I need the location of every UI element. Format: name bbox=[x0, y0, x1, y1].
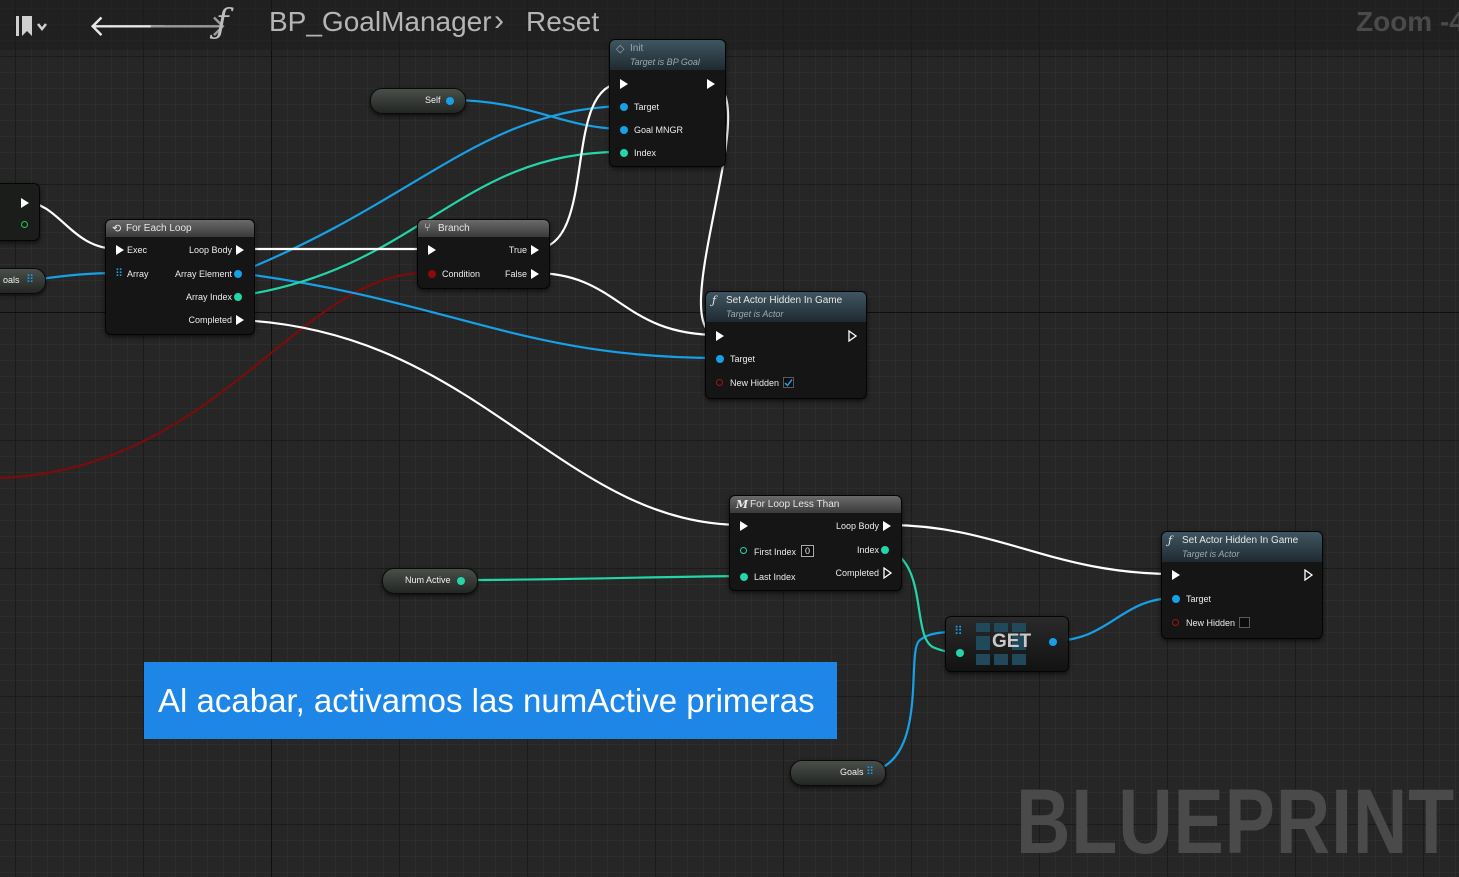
index-pin[interactable] bbox=[620, 149, 628, 157]
loop-body-pin[interactable] bbox=[236, 245, 244, 255]
true-pin[interactable] bbox=[531, 245, 539, 255]
breadcrumb-function: Reset bbox=[526, 6, 600, 37]
target-pin[interactable] bbox=[1172, 595, 1180, 603]
new-hidden-checkbox[interactable] bbox=[783, 377, 794, 388]
green-pin[interactable] bbox=[21, 221, 28, 228]
array-icon: ⠿ bbox=[954, 624, 963, 638]
last-index-pin[interactable] bbox=[740, 573, 748, 581]
index-pin[interactable] bbox=[881, 546, 889, 554]
function-icon: ƒ bbox=[216, 2, 229, 42]
for-loop-less-than-node[interactable]: M For Loop Less Than First Index 0 Last … bbox=[729, 495, 902, 591]
self-variable[interactable]: Self bbox=[370, 88, 466, 114]
graph-toolbar: 🡐 🡒 ƒ BP_GoalManager › Reset Zoom -4 bbox=[0, 0, 1459, 50]
event-diamond-icon: ◇ bbox=[616, 43, 625, 55]
get-index-pin[interactable] bbox=[956, 649, 964, 657]
goals-variable-partial[interactable]: oals ⠿ bbox=[0, 268, 46, 294]
for-each-loop-node[interactable]: ⟲ For Each Loop Exec ⠿ Array Loop Body A… bbox=[105, 219, 255, 335]
wire-exec-false-hidden bbox=[533, 271, 720, 337]
num-active-pin[interactable] bbox=[457, 577, 465, 585]
checkmark-icon bbox=[784, 379, 793, 387]
first-index-input[interactable]: 0 bbox=[801, 545, 814, 557]
loop-body-pin[interactable] bbox=[883, 521, 891, 531]
branch-node[interactable]: ⑂ Branch Condition True False bbox=[417, 219, 550, 289]
wires-layer bbox=[0, 81, 1176, 774]
exec-in-pin[interactable] bbox=[1172, 570, 1180, 580]
target-pin[interactable] bbox=[620, 103, 628, 111]
wire-numactive-last bbox=[459, 574, 744, 582]
wire-self-goalmngr bbox=[449, 98, 624, 131]
target-pin[interactable] bbox=[716, 355, 724, 363]
branch-icon: ⑂ bbox=[424, 222, 431, 234]
exec-in-pin[interactable] bbox=[428, 245, 436, 255]
false-pin[interactable] bbox=[531, 269, 539, 279]
self-pin[interactable] bbox=[446, 97, 454, 105]
function-entry-node[interactable] bbox=[0, 183, 40, 241]
exec-out-outline-icon bbox=[848, 330, 858, 342]
function-icon: ƒ bbox=[712, 294, 717, 307]
array-element-pin[interactable] bbox=[234, 270, 242, 278]
new-hidden-checkbox[interactable] bbox=[1239, 617, 1250, 628]
goals-variable[interactable]: Goals ⠿ bbox=[790, 760, 886, 786]
new-hidden-pin[interactable] bbox=[1172, 619, 1179, 626]
blueprint-watermark: BLUEPRINT bbox=[1016, 771, 1456, 873]
array-icon: ⠿ bbox=[115, 268, 124, 280]
wire-get-target bbox=[1051, 596, 1176, 643]
set-actor-hidden-node-2[interactable]: ƒ Set Actor Hidden In Game Target is Act… bbox=[1161, 531, 1323, 639]
init-node[interactable]: ◇ Init Target is BP Goal Target Goal MNG… bbox=[609, 39, 726, 167]
exec-in-pin[interactable] bbox=[620, 79, 628, 89]
exec-in-pin[interactable] bbox=[116, 245, 124, 255]
exec-in-pin[interactable] bbox=[716, 331, 724, 341]
array-icon: ⠿ bbox=[866, 766, 875, 778]
get-title: GET bbox=[992, 631, 1032, 652]
bookmark-icon[interactable] bbox=[12, 10, 48, 40]
macro-icon: M bbox=[736, 498, 749, 511]
wire-exec-loopbody-hidden2 bbox=[886, 523, 1176, 576]
array-index-pin[interactable] bbox=[234, 293, 242, 301]
zoom-label: Zoom -4 bbox=[1356, 6, 1459, 37]
breadcrumb-separator-icon: › bbox=[494, 4, 504, 37]
exec-in-pin[interactable] bbox=[740, 521, 748, 531]
completed-pin[interactable] bbox=[883, 567, 893, 579]
array-get-node[interactable]: GET ⠿ bbox=[945, 616, 1069, 672]
caption-banner: Al acabar, activamos las numActive prime… bbox=[144, 662, 837, 739]
completed-pin[interactable] bbox=[236, 315, 244, 325]
exec-out-pin[interactable] bbox=[1304, 569, 1314, 581]
breadcrumb-blueprint[interactable]: BP_GoalManager bbox=[269, 6, 492, 38]
array-icon: ⠿ bbox=[26, 274, 35, 286]
num-active-variable[interactable]: Num Active bbox=[382, 568, 478, 594]
first-index-pin[interactable] bbox=[740, 547, 747, 554]
exec-out-pin[interactable] bbox=[21, 198, 29, 208]
goal-mngr-pin[interactable] bbox=[620, 126, 628, 134]
function-icon: ƒ bbox=[1168, 534, 1173, 547]
wire-exec-completed-forloop bbox=[237, 318, 744, 527]
condition-pin[interactable] bbox=[428, 270, 436, 278]
loop-icon: ⟲ bbox=[112, 223, 122, 235]
exec-out-pin[interactable] bbox=[707, 79, 715, 89]
set-actor-hidden-node-1[interactable]: ƒ Set Actor Hidden In Game Target is Act… bbox=[705, 291, 867, 399]
get-output-pin[interactable] bbox=[1049, 638, 1057, 646]
new-hidden-pin[interactable] bbox=[716, 379, 723, 386]
